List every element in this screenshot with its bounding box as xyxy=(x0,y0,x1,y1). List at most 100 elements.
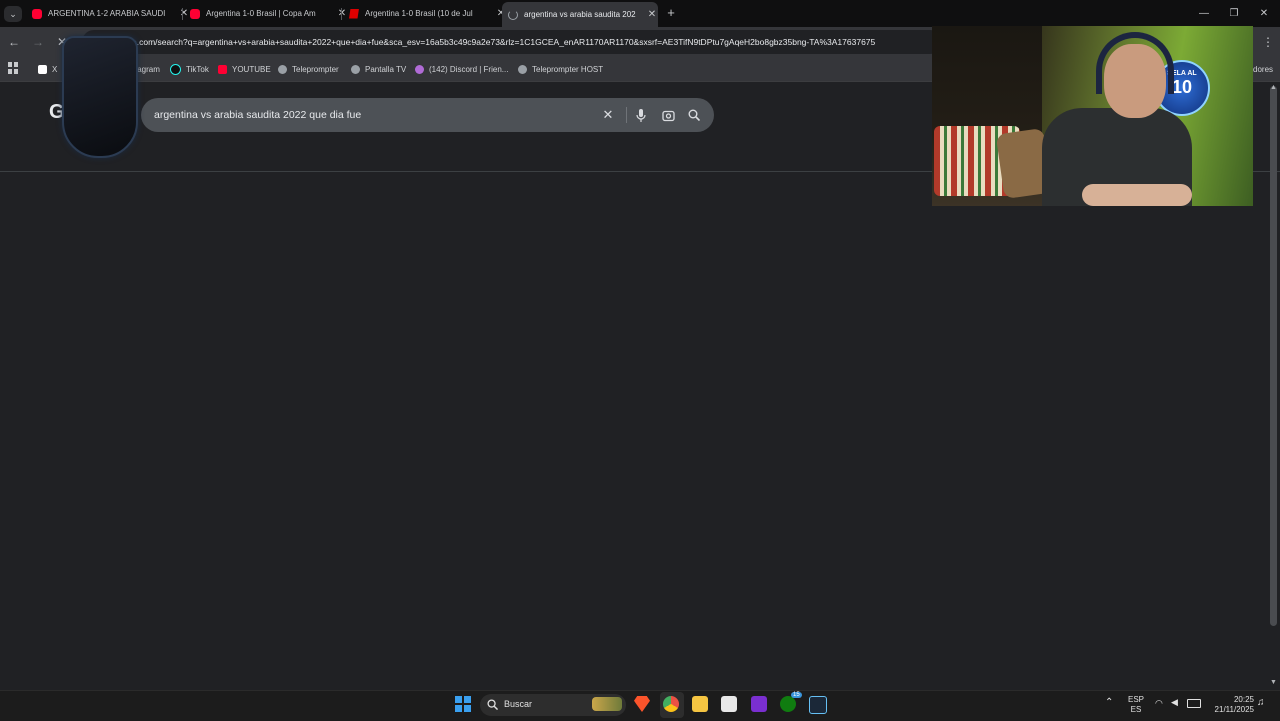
tab-argentina-brasil-copa[interactable]: Argentina 1-0 Brasil | Copa Am ✕ xyxy=(190,4,348,23)
voice-search-button[interactable] xyxy=(632,106,650,124)
bookmark-discord[interactable]: (142) Discord | Frien... xyxy=(415,62,508,76)
webcam-overlay: SELA AL 10 xyxy=(932,26,1253,206)
espn-icon xyxy=(349,8,359,19)
language-indicator[interactable]: ESP ES xyxy=(1126,695,1146,715)
plus-icon: + xyxy=(667,5,675,20)
close-window-button[interactable]: ✕ xyxy=(1248,0,1280,27)
arrow-right-icon: → xyxy=(32,35,44,49)
active-app-indicator xyxy=(660,692,684,718)
xbox-notification-badge: 15 xyxy=(791,692,802,698)
bookmark-x[interactable]: X xyxy=(38,62,57,76)
search-submit-button[interactable] xyxy=(685,106,703,124)
minimize-icon: — xyxy=(1199,8,1209,19)
language-bottom: ES xyxy=(1130,705,1142,714)
tray-overflow-button[interactable]: ⌃ xyxy=(1105,697,1113,708)
bookmark-teleprompter-host[interactable]: Teleprompter HOST xyxy=(518,62,603,76)
tab-label: Argentina 1-0 Brasil (10 de Jul xyxy=(365,9,473,18)
youtube-icon xyxy=(218,64,227,74)
restore-icon: ❐ xyxy=(1229,8,1239,19)
microsoft-store-icon[interactable] xyxy=(721,696,737,712)
volume-status[interactable]: ◀ xyxy=(1171,697,1178,708)
file-explorer-icon[interactable] xyxy=(692,696,708,712)
overlay-shield-graphic xyxy=(62,36,138,158)
microphone-icon xyxy=(636,108,646,122)
bookmark-label: Teleprompter HOST xyxy=(532,64,604,74)
camera-icon xyxy=(661,110,675,121)
clock-date: 21/11/2025 xyxy=(1214,705,1254,714)
close-icon[interactable]: ✕ xyxy=(646,9,658,20)
search-box[interactable]: argentina vs arabia saudita 2022 que dia… xyxy=(141,98,714,132)
tab-argentina-brasil-espn[interactable]: Argentina 1-0 Brasil (10 de Jul ✕ xyxy=(349,4,507,23)
bookmark-label: dores xyxy=(1253,64,1274,74)
clock-time: 20:25 xyxy=(1233,695,1254,704)
globe-icon xyxy=(518,64,527,74)
back-button[interactable]: ← xyxy=(4,32,24,52)
globe-icon xyxy=(351,64,360,74)
obs-like-app-icon[interactable] xyxy=(751,696,767,712)
bookmark-label: X xyxy=(52,64,58,74)
tab-separator xyxy=(341,8,342,20)
bookmark-label: Pantalla TV xyxy=(365,64,407,74)
chevron-down-icon: ⌄ xyxy=(9,8,17,19)
network-status[interactable]: ◠ xyxy=(1155,698,1163,709)
bookmark-label: (142) Discord | Frien... xyxy=(429,64,509,74)
clear-search-button[interactable]: ✕ xyxy=(599,106,617,124)
tiktok-icon xyxy=(170,63,181,75)
chevron-up-icon: ⌃ xyxy=(1105,697,1114,708)
search-icon xyxy=(688,109,700,121)
steam-icon[interactable] xyxy=(809,696,827,714)
battery-status[interactable] xyxy=(1187,699,1201,708)
webcam-person-arms xyxy=(1082,184,1192,206)
bookmark-label: Teleprompter xyxy=(292,64,339,74)
speaker-icon: ◀ xyxy=(1171,697,1178,707)
bookmarks-overflow[interactable]: dores xyxy=(1253,62,1273,76)
address-bar[interactable]: e.com/search?q=argentina+vs+arabia+saudi… xyxy=(82,30,942,54)
loading-icon xyxy=(508,9,518,20)
bookmark-pantalla-tv[interactable]: Pantalla TV xyxy=(351,62,406,76)
taskbar-search-label: Buscar xyxy=(504,699,533,709)
bookmark-label: TikTok xyxy=(186,64,209,74)
start-button[interactable] xyxy=(455,696,471,712)
search-icon xyxy=(487,699,498,710)
tab-argentina-arabia-youtube[interactable]: ARGENTINA 1-2 ARABIA SAUDI ✕ xyxy=(32,4,190,23)
browser-menu-button[interactable]: ⋮ xyxy=(1258,32,1278,52)
apps-button[interactable] xyxy=(8,62,20,74)
restore-button[interactable]: ❐ xyxy=(1218,0,1250,27)
youtube-icon xyxy=(32,8,42,19)
wifi-icon: ◠ xyxy=(1155,698,1163,708)
minimize-button[interactable]: — xyxy=(1188,0,1220,27)
notifications-button[interactable]: ♫ xyxy=(1257,697,1265,708)
scroll-up-arrow[interactable]: ▲ xyxy=(1270,84,1277,91)
tab-label: ARGENTINA 1-2 ARABIA SAUDI xyxy=(48,9,166,18)
lens-search-button[interactable] xyxy=(659,106,677,124)
kebab-menu-icon: ⋮ xyxy=(1262,35,1274,49)
tab-label: argentina vs arabia saudita 202 xyxy=(524,10,636,19)
xbox-icon[interactable] xyxy=(780,696,796,712)
language-top: ESP xyxy=(1127,695,1144,704)
forward-button[interactable]: → xyxy=(28,32,48,52)
close-icon[interactable]: ✕ xyxy=(336,8,348,19)
webcam-headset xyxy=(1096,32,1174,94)
tab-separator xyxy=(182,8,183,20)
bell-icon: ♫ xyxy=(1257,697,1265,708)
bookmark-label: YOUTUBE xyxy=(232,64,271,74)
search-highlight-icon xyxy=(592,697,622,711)
new-tab-button[interactable]: + xyxy=(664,6,678,20)
arrow-left-icon: ← xyxy=(8,35,20,49)
x-icon xyxy=(38,64,47,74)
discord-icon xyxy=(415,64,424,74)
bookmark-youtube[interactable]: YOUTUBE xyxy=(218,62,271,76)
bookmark-tiktok[interactable]: TikTok xyxy=(170,62,209,76)
tab-label: Argentina 1-0 Brasil | Copa Am xyxy=(206,9,316,18)
tab-google-search[interactable]: argentina vs arabia saudita 202 ✕ xyxy=(502,2,658,27)
bookmark-teleprompter[interactable]: Teleprompter xyxy=(278,62,339,76)
page-scrollbar[interactable] xyxy=(1270,86,1277,626)
search-divider xyxy=(626,107,627,123)
tab-search-dropdown[interactable]: ⌄ xyxy=(4,6,22,22)
close-icon: ✕ xyxy=(602,107,614,122)
address-url[interactable]: e.com/search?q=argentina+vs+arabia+saudi… xyxy=(132,37,875,47)
search-input[interactable]: argentina vs arabia saudita 2022 que dia… xyxy=(154,109,361,121)
close-icon[interactable]: ✕ xyxy=(178,8,190,19)
clock[interactable]: 20:25 21/11/2025 xyxy=(1206,695,1254,715)
scroll-down-arrow[interactable]: ▼ xyxy=(1270,679,1277,686)
